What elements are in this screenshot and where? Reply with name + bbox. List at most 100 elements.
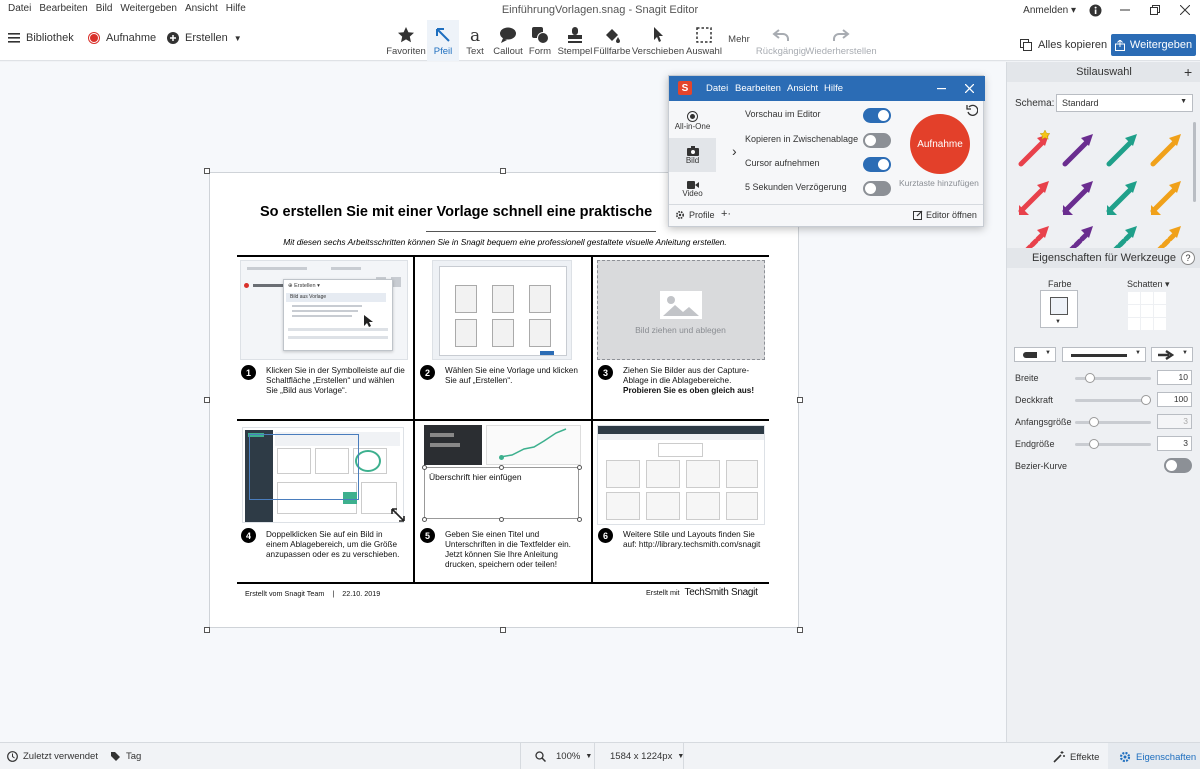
line-style-select[interactable]: ▼ (1062, 347, 1146, 362)
step4-image[interactable] (242, 427, 405, 523)
resize-handle[interactable] (204, 168, 210, 174)
step-text[interactable]: Ziehen Sie Bilder aus der Capture-Ablage… (623, 366, 761, 396)
document-subtitle[interactable]: Mit diesen sechs Arbeitsschritten können… (230, 237, 780, 247)
capture-record-button[interactable]: Aufnahme (910, 114, 970, 174)
resize-handle[interactable] (204, 627, 210, 633)
minimize-icon[interactable] (1110, 0, 1140, 20)
tool-shape[interactable]: Form (527, 20, 553, 61)
close-icon[interactable] (1170, 0, 1200, 20)
end-size-value[interactable]: 3 (1157, 436, 1192, 451)
profiles-button[interactable]: Profile (675, 210, 715, 220)
menu-ansicht[interactable]: Ansicht (181, 3, 222, 14)
style-gallery[interactable] (1013, 126, 1191, 248)
menu-hilfe[interactable]: Hilfe (222, 3, 250, 14)
opacity-value[interactable]: 100 (1157, 392, 1192, 407)
shadow-grid[interactable] (1128, 292, 1167, 330)
drop-zone[interactable]: Bild ziehen und ablegen (597, 260, 765, 360)
info-icon[interactable] (1080, 0, 1110, 20)
tool-more[interactable]: Mehr (726, 20, 752, 61)
add-hotkey-link[interactable]: Kurztaste hinzufügen (899, 178, 979, 188)
tool-callout[interactable]: Callout (492, 20, 524, 61)
color-picker[interactable]: ▼ (1040, 290, 1078, 328)
capture-menu-hilfe[interactable]: Hilfe (824, 83, 843, 94)
reset-icon[interactable] (966, 104, 978, 116)
mode-video[interactable]: Video (669, 172, 716, 206)
tool-move[interactable]: Verschieben (632, 20, 684, 61)
arrow-style-swatch[interactable] (1105, 130, 1139, 170)
toggle-cursor[interactable] (863, 157, 891, 172)
menu-datei[interactable]: Datei (4, 3, 35, 14)
menu-weitergeben[interactable]: Weitergeben (116, 3, 181, 14)
tool-selection[interactable]: Auswahl (686, 20, 722, 61)
add-profile-button[interactable]: +· (721, 208, 731, 220)
scrollbar[interactable] (1193, 122, 1196, 202)
restore-icon[interactable] (1140, 0, 1170, 20)
heading-placeholder[interactable]: Überschrift hier einfügen (429, 472, 522, 482)
arrow-style-swatch[interactable] (1149, 222, 1183, 248)
create-button[interactable]: Erstellen ▼ (167, 32, 242, 44)
resize-handle[interactable] (500, 627, 506, 633)
step-text[interactable]: Geben Sie einen Titel und Unterschriften… (445, 530, 580, 570)
properties-button[interactable]: Eigenschaften (1119, 751, 1196, 763)
mode-all-in-one[interactable]: All-in-One (669, 104, 716, 138)
arrow-style-swatch[interactable] (1017, 222, 1051, 248)
capture-menu-bearbeiten[interactable]: Bearbeiten (735, 83, 781, 94)
zoom-select[interactable]: 100% ▼ (556, 751, 592, 762)
arrow-style-swatch[interactable] (1149, 177, 1183, 217)
arrow-style-swatch[interactable] (1017, 177, 1051, 217)
resize-handle[interactable] (797, 397, 803, 403)
tool-stamp[interactable]: Stempel (557, 20, 593, 61)
capture-button[interactable]: Aufnahme (88, 32, 156, 44)
resize-handle[interactable] (500, 168, 506, 174)
menu-bild[interactable]: Bild (92, 3, 117, 14)
bezier-toggle[interactable] (1164, 458, 1192, 473)
tool-arrow[interactable]: Pfeil (427, 20, 459, 61)
step1-image[interactable]: ⊕ Erstellen ▾ Bild aus Vorlage (240, 260, 408, 360)
toggle-preview[interactable] (863, 108, 891, 123)
arrow-style-swatch[interactable] (1017, 130, 1051, 170)
arrow-style-swatch[interactable] (1061, 177, 1095, 217)
capture-menu-datei[interactable]: Datei (706, 83, 728, 94)
zoom-icon[interactable] (535, 751, 546, 762)
recent-button[interactable]: Zuletzt verwendet (7, 751, 98, 762)
open-editor-button[interactable]: Editor öffnen (913, 210, 977, 220)
capture-menu-ansicht[interactable]: Ansicht (787, 83, 818, 94)
arrow-start-select[interactable]: ▼ (1014, 347, 1056, 362)
shadow-dropdown[interactable]: Schatten ▾ (1127, 279, 1170, 290)
start-size-slider[interactable] (1075, 417, 1151, 427)
arrow-style-swatch[interactable] (1061, 130, 1095, 170)
toggle-clipboard[interactable] (863, 133, 891, 148)
resize-handle[interactable] (797, 627, 803, 633)
copy-all-button[interactable]: Alles kopieren (1020, 39, 1107, 51)
step-text[interactable]: Weitere Stile und Layouts finden Sie auf… (623, 530, 765, 550)
close-icon[interactable] (965, 84, 974, 93)
tool-favorites[interactable]: Favoriten (386, 20, 426, 61)
menu-bearbeiten[interactable]: Bearbeiten (35, 3, 91, 14)
width-value[interactable]: 10 (1157, 370, 1192, 385)
end-size-slider[interactable] (1075, 439, 1151, 449)
effects-button[interactable]: Effekte (1053, 751, 1099, 763)
step-text[interactable]: Wählen Sie eine Vorlage und klicken Sie … (445, 366, 580, 386)
start-size-value[interactable]: 3 (1157, 414, 1192, 429)
redo-button[interactable]: Wiederherstellen (805, 20, 877, 61)
tool-text[interactable]: a Text (462, 20, 488, 61)
toggle-delay[interactable] (863, 181, 891, 196)
tag-button[interactable]: Tag (110, 751, 141, 762)
arrow-style-swatch[interactable] (1149, 130, 1183, 170)
add-style-button[interactable]: + (1184, 65, 1192, 79)
step2-image[interactable] (432, 260, 572, 360)
template-document[interactable]: So erstellen Sie mit einer Vorlage schne… (209, 172, 799, 628)
width-slider[interactable] (1075, 373, 1151, 383)
undo-button[interactable]: Rückgängig (756, 20, 806, 61)
arrow-style-swatch[interactable] (1061, 222, 1095, 248)
tool-fill[interactable]: Füllfarbe (594, 20, 630, 61)
arrow-style-swatch[interactable] (1105, 177, 1139, 217)
expand-chevron-icon[interactable]: › (732, 143, 737, 159)
canvas-size-select[interactable]: 1584 x 1224px ▼ (610, 751, 684, 762)
resize-handle[interactable] (204, 397, 210, 403)
mode-image[interactable]: Bild (669, 138, 716, 172)
opacity-slider[interactable] (1075, 395, 1151, 405)
step6-image[interactable] (597, 425, 765, 525)
arrow-style-swatch[interactable] (1105, 222, 1139, 248)
sign-in-button[interactable]: Anmelden ▾ (1023, 5, 1080, 16)
